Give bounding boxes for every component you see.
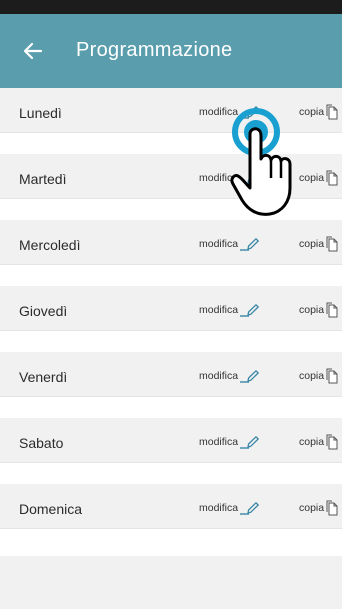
back-arrow-icon[interactable] (20, 38, 46, 64)
copy-label: copia (299, 172, 325, 184)
day-label: Sabato (19, 435, 64, 451)
edit-label: modifica (199, 370, 239, 382)
edit-label: modifica (199, 172, 239, 184)
day-label: Venerdì (19, 369, 68, 385)
day-label: Domenica (19, 501, 83, 517)
day-row-venerdi: Venerdì modifica copia (0, 352, 342, 397)
page-title: Programmazione (76, 39, 233, 61)
copy-label: copia (299, 370, 325, 382)
copy-label: copia (299, 304, 325, 316)
day-row-lunedi: Lunedì modifica copia (0, 88, 342, 133)
edit-button[interactable]: modifica (199, 286, 260, 330)
day-label: Giovedì (19, 303, 68, 319)
copy-button[interactable]: copia (299, 88, 339, 132)
edit-label: modifica (199, 502, 239, 514)
app-bar: Programmazione (0, 14, 342, 88)
copy-button[interactable]: copia (299, 154, 339, 198)
copy-label: copia (299, 502, 325, 514)
day-label: Mercoledì (19, 237, 81, 253)
day-row-mercoledi: Mercoledì modifica copia (0, 220, 342, 265)
edit-button[interactable]: modifica (199, 220, 260, 264)
copy-button[interactable]: copia (299, 418, 339, 462)
copy-document-icon (326, 170, 338, 186)
copy-label: copia (299, 106, 325, 118)
edit-label: modifica (199, 106, 239, 118)
edit-button[interactable]: modifica (199, 418, 260, 462)
copy-document-icon (326, 302, 338, 318)
edit-label: modifica (199, 238, 239, 250)
copy-document-icon (326, 500, 338, 516)
day-label: Lunedì (19, 105, 62, 121)
copy-button[interactable]: copia (299, 352, 339, 396)
copy-document-icon (326, 236, 338, 252)
copy-document-icon (326, 368, 338, 384)
copy-document-icon (326, 434, 338, 450)
day-label: Martedì (19, 171, 67, 187)
edit-button[interactable]: modifica (199, 352, 260, 396)
pencil-icon (240, 436, 259, 449)
empty-row (0, 556, 342, 609)
pencil-icon (240, 172, 259, 185)
copy-label: copia (299, 436, 325, 448)
copy-button[interactable]: copia (299, 484, 339, 528)
status-bar (0, 0, 342, 14)
copy-button[interactable]: copia (299, 286, 339, 330)
pencil-icon (240, 304, 259, 317)
edit-label: modifica (199, 436, 239, 448)
copy-label: copia (299, 238, 325, 250)
day-row-giovedi: Giovedì modifica copia (0, 286, 342, 331)
edit-button[interactable]: modifica (199, 154, 260, 198)
pencil-icon (240, 238, 259, 251)
edit-button[interactable]: modifica (199, 88, 260, 132)
day-row-martedi: Martedì modifica copia (0, 154, 342, 199)
edit-button[interactable]: modifica (199, 484, 260, 528)
copy-button[interactable]: copia (299, 220, 339, 264)
day-row-domenica: Domenica modifica copia (0, 484, 342, 529)
pencil-icon (240, 370, 259, 383)
copy-document-icon (326, 104, 338, 120)
pencil-icon (240, 502, 259, 515)
day-row-sabato: Sabato modifica copia (0, 418, 342, 463)
edit-label: modifica (199, 304, 239, 316)
pencil-icon (240, 106, 259, 119)
